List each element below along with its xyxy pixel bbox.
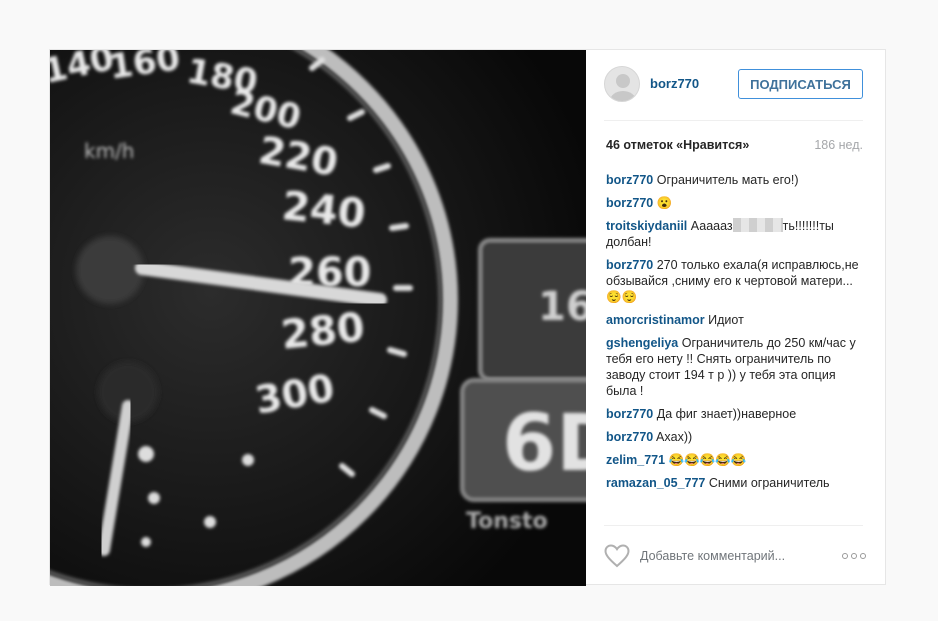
post-photo[interactable]: 140 160 180 200 220 240 260 280 300 km/h — [50, 50, 586, 586]
comment: zelim_771 😂😂😂😂😂 — [606, 452, 863, 468]
comment-text: Сними ограничитель — [708, 476, 830, 490]
comment-username[interactable]: gshengeliya — [606, 336, 678, 350]
censored-blur — [732, 218, 783, 232]
comment: gshengeliya Ограничитель до 250 км/час у… — [606, 335, 863, 399]
comment-username[interactable]: troitskiydaniil — [606, 219, 687, 233]
gear-display-text: 6D — [502, 399, 586, 489]
comment-username[interactable]: zelim_771 — [606, 453, 665, 467]
speedometer-image: 140 160 180 200 220 240 260 280 300 km/h — [50, 50, 586, 586]
avatar-icon[interactable] — [604, 66, 640, 102]
post-footer — [586, 525, 887, 586]
post-header: borz770 ПОДПИСАТЬСЯ — [586, 50, 887, 120]
speed-label: 280 — [279, 304, 367, 358]
follow-button[interactable]: ПОДПИСАТЬСЯ — [738, 69, 863, 99]
unit-label: km/h — [84, 139, 134, 163]
speed-label: 240 — [280, 183, 368, 237]
author-username[interactable]: borz770 — [650, 76, 699, 91]
comment-text: 😂😂😂😂😂 — [668, 453, 747, 467]
post-sidebar: borz770 ПОДПИСАТЬСЯ 46 отметок «Нравится… — [586, 50, 887, 586]
comment-text: 😮 — [656, 196, 673, 210]
comment-username[interactable]: borz770 — [606, 173, 653, 187]
comment-text: Аааааз — [690, 219, 733, 233]
comment-username[interactable]: borz770 — [606, 196, 653, 210]
header-divider — [604, 120, 863, 121]
comment-list: borz770 Ограничитель мать его!) borz770 … — [606, 172, 863, 498]
post-card: 140 160 180 200 220 240 260 280 300 km/h — [49, 49, 887, 586]
comment: troitskiydaniil Аааааз ть!!!!!!!ты долбан… — [606, 218, 863, 250]
comment-username[interactable]: amorcristinamor — [606, 313, 705, 327]
comment: borz770 Axax)) — [606, 429, 863, 445]
comment-text: Идиот — [708, 313, 744, 327]
comment: amorcristinamor Идиот — [606, 312, 863, 328]
comment-username[interactable]: borz770 — [606, 258, 653, 272]
brand-text: Tonsto — [466, 509, 548, 534]
small-display-text: 16 — [538, 284, 586, 330]
comment: borz770 😮 — [606, 195, 863, 211]
comment-text: Да фиг знает))наверное — [656, 407, 797, 421]
comment-input[interactable] — [640, 545, 830, 567]
comment: borz770 Да фиг знает))наверное — [606, 406, 863, 422]
comment: borz770 270 только ехала(я исправлюсь,не… — [606, 257, 863, 305]
comment-username[interactable]: borz770 — [606, 407, 653, 421]
comment-text: Axax)) — [656, 430, 693, 444]
comment: ramazan_05_777 Сними ограничитель — [606, 475, 863, 491]
likes-row: 46 отметок «Нравится» 186 нед. — [606, 138, 863, 152]
more-options-icon[interactable] — [842, 552, 866, 560]
comment-username[interactable]: ramazan_05_777 — [606, 476, 705, 490]
comment-username[interactable]: borz770 — [606, 430, 653, 444]
heart-icon[interactable] — [604, 544, 630, 568]
comment-text: Ограничитель мать его!) — [656, 173, 799, 187]
likes-count[interactable]: 46 отметок «Нравится» — [606, 138, 749, 152]
comment: borz770 Ограничитель мать его!) — [606, 172, 863, 188]
post-age[interactable]: 186 нед. — [814, 138, 863, 152]
